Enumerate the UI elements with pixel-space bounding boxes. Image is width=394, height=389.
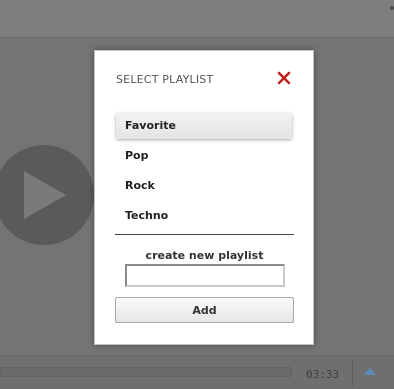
app-stage: 03:33 SELECT PLAYLIST Favorite Pop Rock … bbox=[0, 0, 394, 389]
controls-divider bbox=[352, 360, 353, 386]
playlist-item-pop[interactable]: Pop bbox=[116, 143, 292, 169]
menu-dot-icon[interactable] bbox=[390, 6, 394, 10]
select-playlist-dialog: SELECT PLAYLIST Favorite Pop Rock Techno… bbox=[94, 50, 314, 345]
add-button[interactable]: Add bbox=[115, 297, 294, 323]
seek-bar[interactable] bbox=[0, 367, 292, 377]
triangle-up-icon[interactable] bbox=[363, 367, 377, 377]
divider bbox=[115, 234, 294, 235]
close-x-icon[interactable] bbox=[276, 70, 292, 86]
dialog-title: SELECT PLAYLIST bbox=[116, 73, 214, 86]
playlist-item-rock[interactable]: Rock bbox=[116, 173, 292, 199]
play-icon[interactable] bbox=[0, 145, 94, 245]
playlist-item-techno[interactable]: Techno bbox=[116, 203, 292, 229]
player-controls: 03:33 bbox=[0, 355, 394, 389]
create-playlist-label: create new playlist bbox=[145, 249, 264, 262]
player-top-bar bbox=[0, 0, 394, 38]
time-display: 03:33 bbox=[306, 368, 340, 381]
playlist-item-favorite[interactable]: Favorite bbox=[116, 113, 292, 139]
new-playlist-name-input[interactable] bbox=[125, 264, 285, 287]
playlist-list: Favorite Pop Rock Techno bbox=[116, 113, 292, 233]
